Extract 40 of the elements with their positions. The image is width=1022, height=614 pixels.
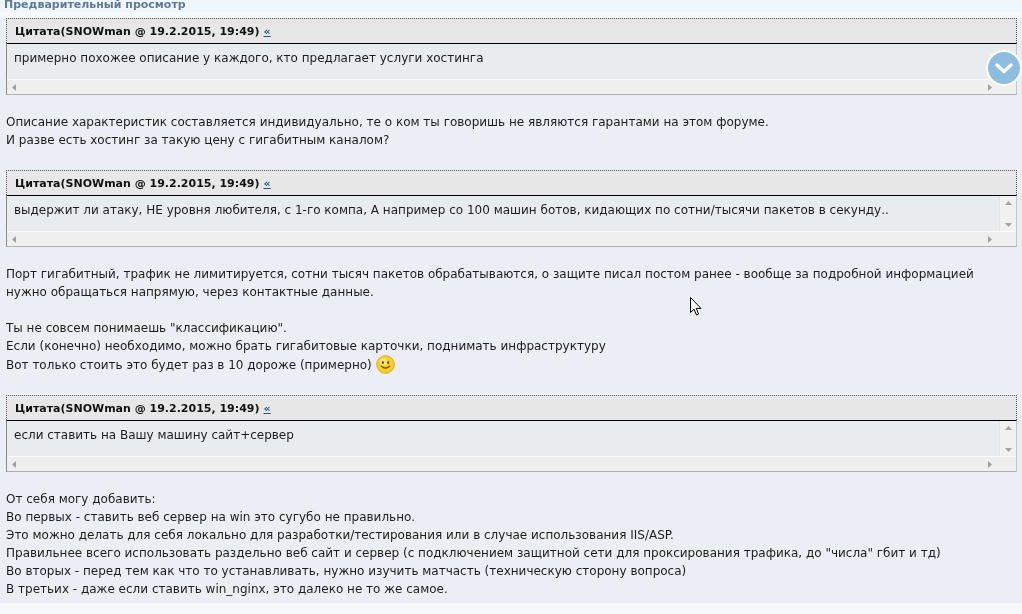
scroll-left-icon[interactable] (12, 83, 16, 91)
scroll-up-icon[interactable] (1004, 426, 1012, 430)
post-text-line: Правильнее всего использовать раздельно веб сайт и сервер (с подключением защитной сети для проксирования трафика, до "числа" гбит и тд) (6, 545, 942, 562)
scroll-right-icon[interactable] (988, 83, 992, 91)
post-text-line: Это можно делать для себя локально для разработки/тестирования или в случае использования IIS/ASP. (6, 527, 675, 544)
post-text-line: Во вторых - перед тем как что то устанавливать, нужно изучить матчасть (техническую сторону вопроса) (6, 563, 688, 580)
quote-author: Цитата(SNOWman @ 19.2.2015, 19:49) (15, 176, 260, 190)
quote-text: выдержит ли атаку, НЕ уровня любителя, с 1-го компа, А например со 100 машин ботов, кидающих по сотни/тысячи пакетов в секунду.. (13, 202, 890, 219)
quote-author: Цитата(SNOWman @ 19.2.2015, 19:49) (15, 401, 260, 415)
preview-title: Предварительный просмотр (4, 0, 186, 10)
post-text-line: Если (конечно) необходимо, можно брать гигабитовые карточки, поднимать инфраструктуру (6, 338, 607, 355)
scroll-left-icon[interactable] (12, 235, 16, 243)
scroll-down-icon[interactable] (1004, 223, 1012, 227)
vertical-scrollbar[interactable] (999, 196, 1016, 231)
quote-link[interactable]: « (263, 176, 271, 190)
mouse-pointer-icon (690, 297, 702, 316)
scroll-right-icon[interactable] (988, 460, 992, 468)
post-text-line: Порт гигабитный, трафик не лимитируется, сотни тысяч пакетов обрабатываются, о защите писал постом ранее - вообще за подробной информацией нужно обращаться напрямую, через контактные данные. (6, 266, 975, 301)
post-text-line: Описание характеристик составляется индивидуально, те о ком ты говоришь не являются гарантами на этом форуме. (6, 114, 770, 131)
post-text-line: Вот только стоить это будет раз в 10 дороже (примерно) (6, 355, 1017, 374)
quote-text: примерно похожее описание у каждого, кто предлагает услуги хостинга (13, 50, 485, 67)
scroll-up-icon[interactable] (1004, 201, 1012, 205)
post-text-line: Во первых - ставить веб сервер на win это сугубо не правильно. (6, 509, 417, 526)
horizontal-scrollbar[interactable] (7, 79, 1016, 94)
scroll-right-icon[interactable] (988, 235, 992, 243)
scroll-down-icon[interactable] (1004, 448, 1012, 452)
post-text-line: Ты не совсем понимаешь "классификацию". (6, 320, 288, 337)
scroll-down-button-icon[interactable] (986, 50, 1022, 86)
vertical-scrollbar[interactable] (999, 421, 1016, 456)
horizontal-scrollbar[interactable] (7, 231, 1016, 246)
quote-author: Цитата(SNOWman @ 19.2.2015, 19:49) (15, 24, 260, 38)
scroll-left-icon[interactable] (12, 460, 16, 468)
quote-text: если ставить на Вашу машину сайт+сервер (13, 427, 295, 444)
quote-link[interactable]: « (263, 401, 271, 415)
smiley-icon (375, 355, 395, 374)
post-text-line: От себя могу добавить: (6, 491, 157, 508)
post-text-line: И разве есть хостинг за такую цену с гигабитным каналом? (6, 132, 391, 149)
post-text-line: В третьих - даже если ставить win_nginx, это далеко не то же самое. (6, 581, 449, 598)
horizontal-scrollbar[interactable] (7, 456, 1016, 471)
quote-link[interactable]: « (263, 24, 271, 38)
